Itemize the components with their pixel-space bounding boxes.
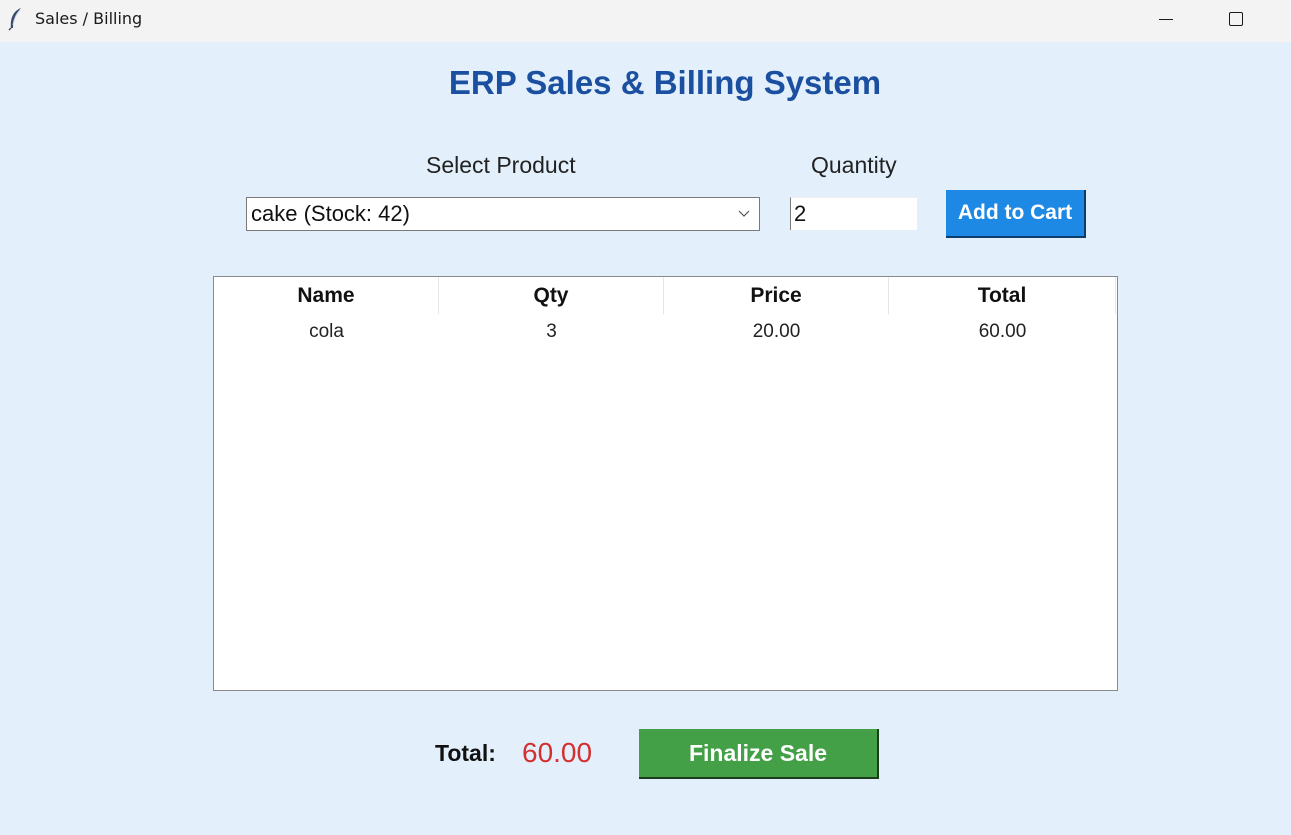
cell-qty: 3 [546, 321, 557, 342]
maximize-button[interactable] [1206, 0, 1266, 38]
quantity-label: Quantity [811, 152, 897, 178]
feather-icon [8, 8, 21, 31]
product-select-value: cake (Stock: 42) [251, 201, 410, 226]
column-header-price[interactable]: Price [664, 277, 889, 314]
minimize-button[interactable] [1136, 0, 1196, 38]
quantity-input[interactable] [790, 197, 917, 230]
cell-name: cola [309, 321, 344, 342]
add-to-cart-button[interactable]: Add to Cart [946, 190, 1086, 238]
table-header: Name Qty Price Total [214, 277, 1117, 314]
chevron-down-icon [738, 210, 750, 217]
cell-total: 60.00 [978, 321, 1027, 342]
column-header-name[interactable]: Name [214, 277, 439, 314]
cart-table[interactable]: Name Qty Price Total cola 3 20.00 60.00 [213, 276, 1118, 691]
product-select[interactable]: cake (Stock: 42) [246, 197, 760, 231]
minimize-icon [1159, 18, 1173, 20]
table-row[interactable]: cola 3 20.00 60.00 [214, 314, 1117, 350]
column-header-qty[interactable]: Qty [439, 277, 664, 314]
finalize-sale-button[interactable]: Finalize Sale [639, 729, 879, 779]
product-label: Select Product [426, 152, 576, 178]
cell-price: 20.00 [752, 321, 801, 342]
page-title: ERP Sales & Billing System [448, 64, 882, 101]
window-title: Sales / Billing [35, 9, 143, 28]
maximize-icon [1229, 12, 1243, 26]
total-value: 60.00 [522, 737, 593, 768]
total-label: Total: [435, 740, 496, 766]
title-bar: Sales / Billing [0, 0, 1291, 42]
column-header-total[interactable]: Total [889, 277, 1116, 314]
